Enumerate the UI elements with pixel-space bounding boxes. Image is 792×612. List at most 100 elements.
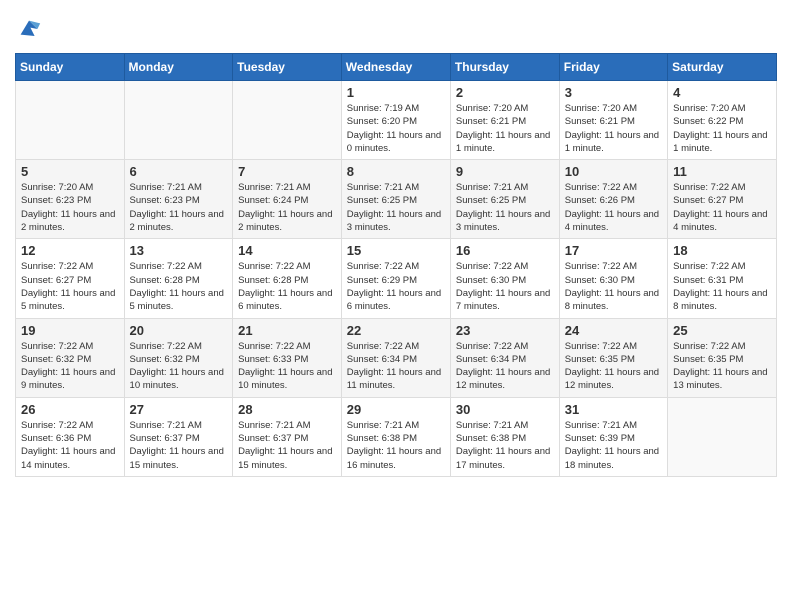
calendar-cell: 8Sunrise: 7:21 AM Sunset: 6:25 PM Daylig…: [341, 160, 450, 239]
day-info: Sunrise: 7:22 AM Sunset: 6:36 PM Dayligh…: [21, 419, 119, 472]
day-number: 4: [673, 85, 771, 100]
calendar-cell: 18Sunrise: 7:22 AM Sunset: 6:31 PM Dayli…: [668, 239, 777, 318]
calendar-cell: 13 Sunrise: 7:22 AM Sunset: 6:28 PM Dayli…: [124, 239, 233, 318]
calendar-cell: 30 Sunrise: 7:21 AM Sunset: 6:38 PM Dayli…: [450, 397, 559, 476]
day-number: 19: [21, 323, 119, 338]
day-number: 5: [21, 164, 119, 179]
day-info: Sunrise: 7:20 AM Sunset: 6:21 PM Dayligh…: [565, 102, 662, 155]
calendar-cell: 4 Sunrise: 7:20 AM Sunset: 6:22 PM Daylig…: [668, 81, 777, 160]
calendar-day-header: Wednesday: [341, 54, 450, 81]
day-info: Sunrise: 7:22 AM Sunset: 6:35 PM Dayligh…: [565, 340, 662, 393]
calendar-cell: 27 Sunrise: 7:21 AM Sunset: 6:37 PM Dayli…: [124, 397, 233, 476]
calendar-cell: 11 Sunrise: 7:22 AM Sunset: 6:27 PM Dayli…: [668, 160, 777, 239]
day-number: 22: [347, 323, 445, 338]
day-number: 15: [347, 243, 445, 258]
day-number: 17: [565, 243, 662, 258]
calendar-cell: [124, 81, 233, 160]
calendar-cell: 24Sunrise: 7:22 AM Sunset: 6:35 PM Dayli…: [559, 318, 667, 397]
calendar-cell: 21 Sunrise: 7:22 AM Sunset: 6:33 PM Dayli…: [233, 318, 342, 397]
day-info: Sunrise: 7:22 AM Sunset: 6:35 PM Dayligh…: [673, 340, 771, 393]
day-number: 9: [456, 164, 554, 179]
logo: [15, 15, 47, 43]
day-info: Sunrise: 7:21 AM Sunset: 6:38 PM Dayligh…: [456, 419, 554, 472]
calendar-day-header: Monday: [124, 54, 233, 81]
calendar-cell: 15 Sunrise: 7:22 AM Sunset: 6:29 PM Dayli…: [341, 239, 450, 318]
day-number: 18: [673, 243, 771, 258]
calendar-cell: 16 Sunrise: 7:22 AM Sunset: 6:30 PM Dayli…: [450, 239, 559, 318]
day-number: 20: [130, 323, 228, 338]
calendar-cell: [16, 81, 125, 160]
calendar-cell: 1 Sunrise: 7:19 AM Sunset: 6:20 PM Daylig…: [341, 81, 450, 160]
calendar-day-header: Thursday: [450, 54, 559, 81]
day-info: Sunrise: 7:22 AM Sunset: 6:27 PM Dayligh…: [21, 260, 119, 313]
day-info: Sunrise: 7:21 AM Sunset: 6:25 PM Dayligh…: [347, 181, 445, 234]
calendar-cell: [233, 81, 342, 160]
calendar-week-row: 5 Sunrise: 7:20 AM Sunset: 6:23 PM Daylig…: [16, 160, 777, 239]
calendar-cell: 26 Sunrise: 7:22 AM Sunset: 6:36 PM Dayli…: [16, 397, 125, 476]
day-info: Sunrise: 7:22 AM Sunset: 6:28 PM Dayligh…: [238, 260, 336, 313]
day-number: 11: [673, 164, 771, 179]
day-info: Sunrise: 7:20 AM Sunset: 6:22 PM Dayligh…: [673, 102, 771, 155]
calendar-week-row: 19 Sunrise: 7:22 AM Sunset: 6:32 PM Dayli…: [16, 318, 777, 397]
calendar-header-row: SundayMondayTuesdayWednesdayThursdayFrid…: [16, 54, 777, 81]
day-info: Sunrise: 7:22 AM Sunset: 6:30 PM Dayligh…: [565, 260, 662, 313]
calendar-cell: 17 Sunrise: 7:22 AM Sunset: 6:30 PM Dayli…: [559, 239, 667, 318]
calendar-week-row: 26 Sunrise: 7:22 AM Sunset: 6:36 PM Dayli…: [16, 397, 777, 476]
calendar-cell: [668, 397, 777, 476]
day-info: Sunrise: 7:21 AM Sunset: 6:39 PM Dayligh…: [565, 419, 662, 472]
day-info: Sunrise: 7:22 AM Sunset: 6:28 PM Dayligh…: [130, 260, 228, 313]
day-number: 26: [21, 402, 119, 417]
calendar-cell: 7Sunrise: 7:21 AM Sunset: 6:24 PM Daylig…: [233, 160, 342, 239]
day-info: Sunrise: 7:22 AM Sunset: 6:27 PM Dayligh…: [673, 181, 771, 234]
calendar-cell: 23 Sunrise: 7:22 AM Sunset: 6:34 PM Dayli…: [450, 318, 559, 397]
day-number: 2: [456, 85, 554, 100]
calendar-cell: 9 Sunrise: 7:21 AM Sunset: 6:25 PM Daylig…: [450, 160, 559, 239]
calendar-cell: 28Sunrise: 7:21 AM Sunset: 6:37 PM Dayli…: [233, 397, 342, 476]
day-number: 14: [238, 243, 336, 258]
calendar-cell: 29 Sunrise: 7:21 AM Sunset: 6:38 PM Dayli…: [341, 397, 450, 476]
calendar-cell: 14 Sunrise: 7:22 AM Sunset: 6:28 PM Dayli…: [233, 239, 342, 318]
day-number: 13: [130, 243, 228, 258]
calendar-week-row: 1 Sunrise: 7:19 AM Sunset: 6:20 PM Daylig…: [16, 81, 777, 160]
day-info: Sunrise: 7:20 AM Sunset: 6:21 PM Dayligh…: [456, 102, 554, 155]
calendar-cell: 25 Sunrise: 7:22 AM Sunset: 6:35 PM Dayli…: [668, 318, 777, 397]
day-number: 27: [130, 402, 228, 417]
day-number: 25: [673, 323, 771, 338]
calendar-day-header: Sunday: [16, 54, 125, 81]
calendar-cell: 2 Sunrise: 7:20 AM Sunset: 6:21 PM Daylig…: [450, 81, 559, 160]
day-info: Sunrise: 7:21 AM Sunset: 6:23 PM Dayligh…: [130, 181, 228, 234]
day-info: Sunrise: 7:22 AM Sunset: 6:34 PM Dayligh…: [347, 340, 445, 393]
day-info: Sunrise: 7:22 AM Sunset: 6:32 PM Dayligh…: [130, 340, 228, 393]
day-info: Sunrise: 7:21 AM Sunset: 6:25 PM Dayligh…: [456, 181, 554, 234]
day-info: Sunrise: 7:22 AM Sunset: 6:33 PM Dayligh…: [238, 340, 336, 393]
day-number: 1: [347, 85, 445, 100]
calendar-day-header: Tuesday: [233, 54, 342, 81]
day-number: 23: [456, 323, 554, 338]
calendar-day-header: Friday: [559, 54, 667, 81]
day-info: Sunrise: 7:22 AM Sunset: 6:34 PM Dayligh…: [456, 340, 554, 393]
calendar-cell: 3 Sunrise: 7:20 AM Sunset: 6:21 PM Daylig…: [559, 81, 667, 160]
day-number: 31: [565, 402, 662, 417]
day-info: Sunrise: 7:21 AM Sunset: 6:37 PM Dayligh…: [130, 419, 228, 472]
day-info: Sunrise: 7:19 AM Sunset: 6:20 PM Dayligh…: [347, 102, 445, 155]
calendar-cell: 6 Sunrise: 7:21 AM Sunset: 6:23 PM Daylig…: [124, 160, 233, 239]
calendar-cell: 31 Sunrise: 7:21 AM Sunset: 6:39 PM Dayli…: [559, 397, 667, 476]
day-info: Sunrise: 7:21 AM Sunset: 6:24 PM Dayligh…: [238, 181, 336, 234]
day-number: 29: [347, 402, 445, 417]
day-info: Sunrise: 7:20 AM Sunset: 6:23 PM Dayligh…: [21, 181, 119, 234]
day-number: 30: [456, 402, 554, 417]
day-info: Sunrise: 7:22 AM Sunset: 6:29 PM Dayligh…: [347, 260, 445, 313]
day-number: 6: [130, 164, 228, 179]
calendar-cell: 10Sunrise: 7:22 AM Sunset: 6:26 PM Dayli…: [559, 160, 667, 239]
day-info: Sunrise: 7:21 AM Sunset: 6:38 PM Dayligh…: [347, 419, 445, 472]
day-number: 16: [456, 243, 554, 258]
day-info: Sunrise: 7:22 AM Sunset: 6:30 PM Dayligh…: [456, 260, 554, 313]
day-info: Sunrise: 7:22 AM Sunset: 6:32 PM Dayligh…: [21, 340, 119, 393]
calendar-day-header: Saturday: [668, 54, 777, 81]
calendar-cell: 20 Sunrise: 7:22 AM Sunset: 6:32 PM Dayli…: [124, 318, 233, 397]
calendar-cell: 5 Sunrise: 7:20 AM Sunset: 6:23 PM Daylig…: [16, 160, 125, 239]
calendar-cell: 19 Sunrise: 7:22 AM Sunset: 6:32 PM Dayli…: [16, 318, 125, 397]
day-number: 21: [238, 323, 336, 338]
day-number: 3: [565, 85, 662, 100]
day-number: 10: [565, 164, 662, 179]
